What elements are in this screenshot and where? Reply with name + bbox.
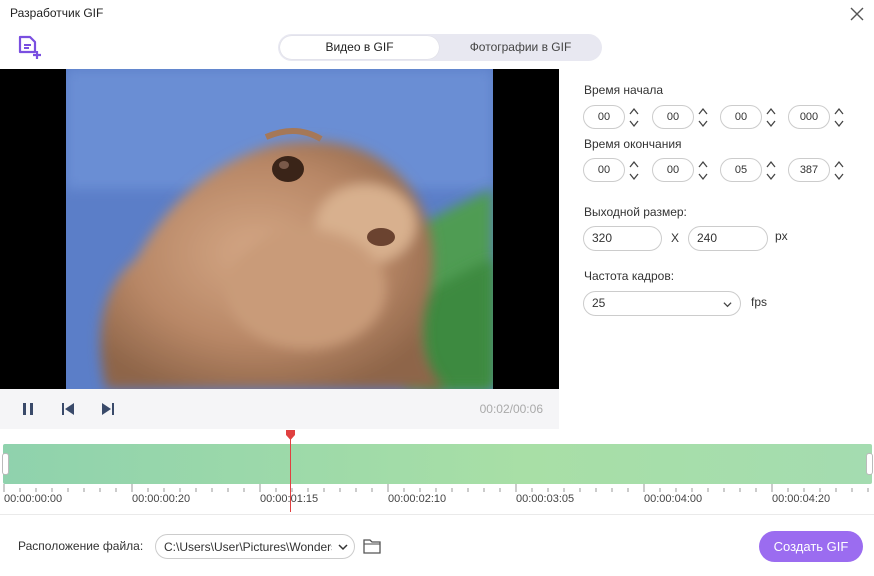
playhead-line (290, 434, 291, 512)
ruler-time-label: 00:00:03:05 (516, 493, 575, 505)
start-time-label: Время начала (584, 83, 664, 97)
pause-icon[interactable] (20, 401, 36, 417)
video-frame-image (66, 69, 493, 389)
playback-time: 00:02/00:06 (479, 402, 543, 416)
ruler-time-label: 00:00:04:20 (772, 493, 831, 505)
frame-rate-value: 25 (592, 296, 606, 310)
file-location-select[interactable]: C:\Users\User\Pictures\Wondershare (155, 534, 355, 559)
output-size-label: Выходной размер: (584, 205, 687, 219)
mode-tabs: Видео в GIF Фотографии в GIF (278, 34, 602, 61)
end-seconds-field[interactable]: 05 (720, 158, 762, 182)
start-minutes-stepper[interactable]: 00 (652, 105, 712, 129)
size-separator: X (671, 231, 680, 245)
create-gif-button[interactable]: Создать GIF (759, 531, 863, 562)
timeline[interactable]: 00:00:00:0000:00:00:2000:00:01:1500:00:0… (0, 430, 874, 514)
start-seconds-stepper[interactable]: 00 (720, 105, 780, 129)
timeline-track[interactable] (3, 444, 872, 484)
ruler-time-label: 00:00:04:00 (644, 493, 703, 505)
title-bar: Разработчик GIF (0, 0, 874, 28)
chevron-down-icon[interactable] (698, 171, 708, 181)
timeline-ruler (3, 484, 869, 492)
frame-rate-select[interactable]: 25 (583, 291, 741, 316)
end-minutes-stepper[interactable]: 00 (652, 158, 712, 182)
start-seconds-field[interactable]: 00 (720, 105, 762, 129)
end-ms-stepper[interactable]: 387 (788, 158, 848, 182)
end-time-label: Время окончания (584, 137, 682, 151)
prev-frame-icon[interactable] (60, 401, 76, 417)
chevron-up-icon[interactable] (698, 160, 708, 170)
chevron-up-icon[interactable] (766, 160, 776, 170)
ruler-time-label: 00:00:00:20 (132, 493, 191, 505)
playhead-marker[interactable] (286, 430, 295, 440)
player-controls: 00:02/00:06 (0, 389, 559, 429)
window-title: Разработчик GIF (10, 6, 104, 20)
close-icon[interactable] (848, 5, 866, 23)
end-hours-field[interactable]: 00 (583, 158, 625, 182)
tab-photos-to-gif[interactable]: Фотографии в GIF (441, 36, 600, 59)
video-preview (0, 69, 559, 389)
start-ms-field[interactable]: 000 (788, 105, 830, 129)
chevron-down-icon (338, 544, 348, 551)
folder-icon[interactable] (362, 537, 382, 555)
chevron-up-icon[interactable] (629, 107, 639, 117)
chevron-down-icon[interactable] (629, 118, 639, 128)
end-minutes-field[interactable]: 00 (652, 158, 694, 182)
tab-video-to-gif[interactable]: Видео в GIF (280, 36, 439, 59)
chevron-down-icon[interactable] (834, 171, 844, 181)
trim-start-handle[interactable] (2, 453, 9, 475)
chevron-up-icon[interactable] (629, 160, 639, 170)
chevron-up-icon[interactable] (834, 160, 844, 170)
end-ms-field[interactable]: 387 (788, 158, 830, 182)
chevron-down-icon[interactable] (629, 171, 639, 181)
start-ms-stepper[interactable]: 000 (788, 105, 848, 129)
ruler-time-label: 00:00:02:10 (388, 493, 447, 505)
frame-rate-unit: fps (751, 295, 768, 309)
chevron-up-icon[interactable] (698, 107, 708, 117)
footer-bar: Расположение файла: C:\Users\User\Pictur… (0, 514, 874, 576)
end-seconds-stepper[interactable]: 05 (720, 158, 780, 182)
file-location-value: C:\Users\User\Pictures\Wondershare (164, 540, 332, 554)
start-hours-stepper[interactable]: 00 (583, 105, 643, 129)
ruler-time-label: 00:00:00:00 (4, 493, 63, 505)
chevron-down-icon[interactable] (698, 118, 708, 128)
chevron-down-icon (723, 302, 732, 308)
width-input[interactable]: 320 (583, 226, 662, 251)
chevron-up-icon[interactable] (834, 107, 844, 117)
chevron-down-icon[interactable] (834, 118, 844, 128)
height-input[interactable]: 240 (688, 226, 768, 251)
chevron-up-icon[interactable] (766, 107, 776, 117)
size-unit: px (775, 229, 788, 243)
trim-end-handle[interactable] (866, 453, 873, 475)
add-file-icon[interactable] (16, 35, 44, 61)
end-hours-stepper[interactable]: 00 (583, 158, 643, 182)
start-hours-field[interactable]: 00 (583, 105, 625, 129)
chevron-down-icon[interactable] (766, 171, 776, 181)
frame-rate-label: Частота кадров: (584, 269, 675, 283)
start-minutes-field[interactable]: 00 (652, 105, 694, 129)
file-location-label: Расположение файла: (18, 539, 144, 553)
next-frame-icon[interactable] (100, 401, 116, 417)
chevron-down-icon[interactable] (766, 118, 776, 128)
